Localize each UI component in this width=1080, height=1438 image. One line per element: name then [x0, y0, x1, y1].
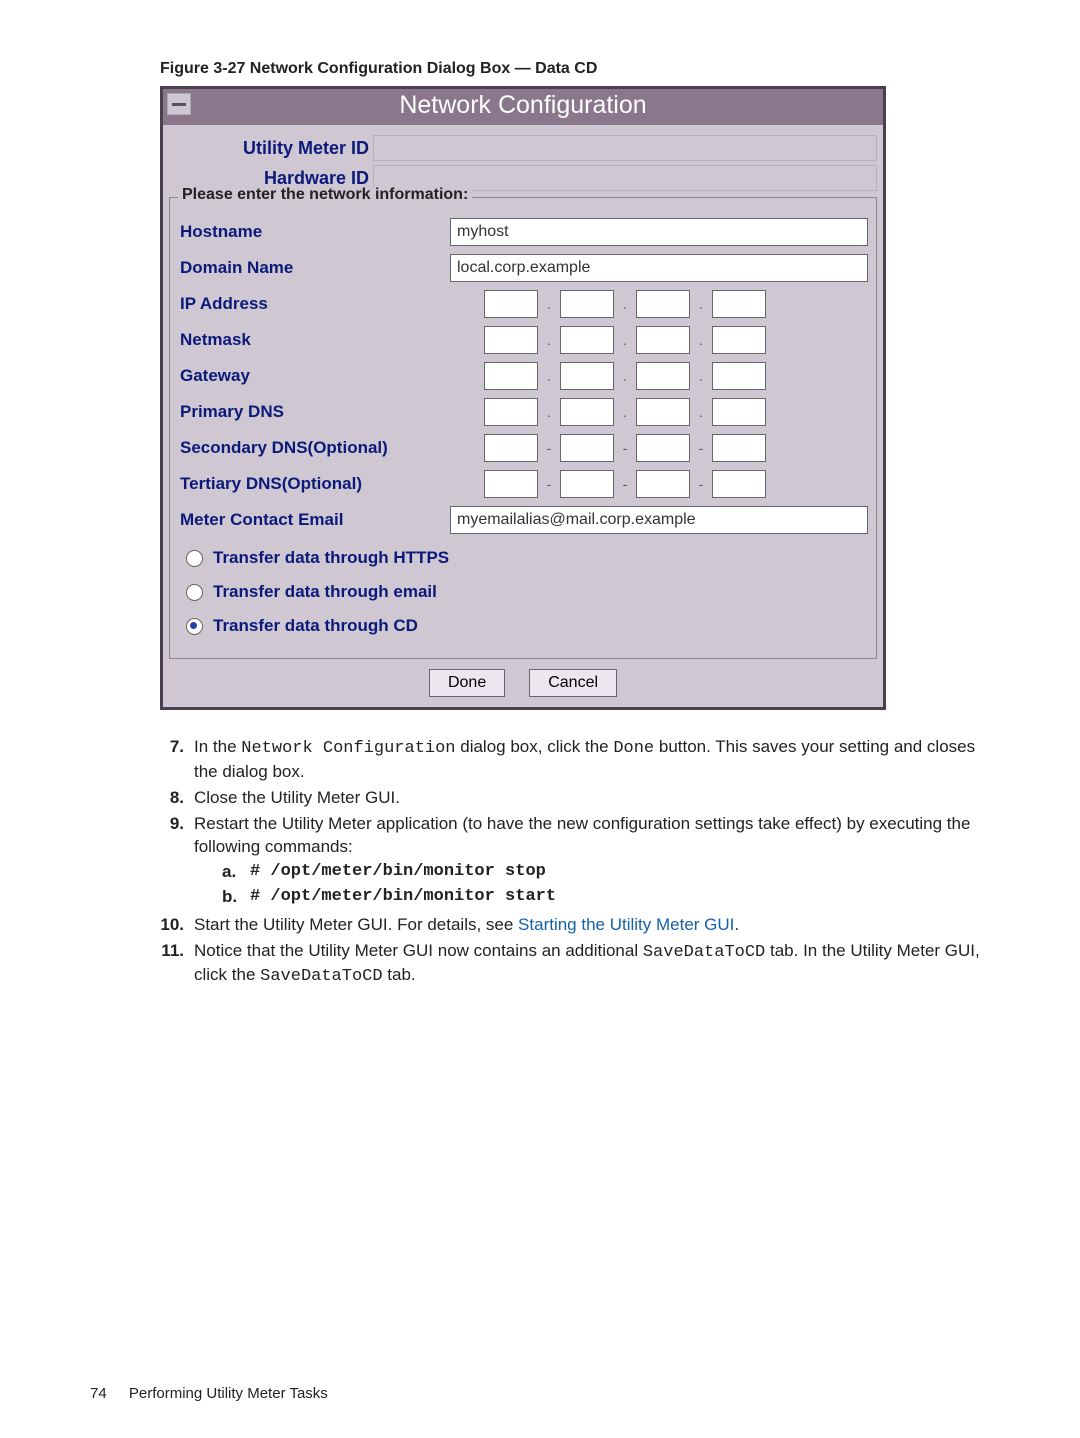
command-a: # /opt/meter/bin/monitor stop — [250, 861, 546, 884]
page-footer: 74 Performing Utility Meter Tasks — [90, 1385, 328, 1402]
dialog-titlebar: Network Configuration — [163, 89, 883, 125]
radio-icon — [186, 584, 203, 601]
email-input[interactable] — [450, 506, 868, 534]
step-number: 8. — [150, 787, 194, 810]
pdns-octet-2[interactable] — [560, 398, 614, 426]
step-10-text: Start the Utility Meter GUI. For details… — [194, 914, 990, 937]
step-7-text: In the Network Configuration dialog box,… — [194, 736, 990, 784]
starting-gui-link[interactable]: Starting the Utility Meter GUI — [518, 915, 734, 934]
sdns-octet-4[interactable] — [712, 434, 766, 462]
ip-octet-3[interactable] — [636, 290, 690, 318]
network-config-dialog: Network Configuration Utility Meter ID H… — [160, 86, 886, 710]
ip-label: IP Address — [178, 294, 450, 314]
secondary-dns-input-group: - - - — [480, 434, 770, 462]
domain-input[interactable] — [450, 254, 868, 282]
ip-octet-2[interactable] — [560, 290, 614, 318]
system-menu-icon[interactable] — [167, 93, 191, 115]
step-number: 11. — [150, 940, 194, 990]
radio-icon — [186, 550, 203, 567]
netmask-octet-1[interactable] — [484, 326, 538, 354]
fieldset-legend: Please enter the network information: — [178, 186, 472, 204]
tdns-octet-4[interactable] — [712, 470, 766, 498]
gateway-octet-4[interactable] — [712, 362, 766, 390]
substep-letter: a. — [222, 861, 250, 884]
gateway-octet-2[interactable] — [560, 362, 614, 390]
tertiary-dns-label: Tertiary DNS(Optional) — [178, 474, 450, 494]
netmask-octet-4[interactable] — [712, 326, 766, 354]
hostname-label: Hostname — [178, 222, 450, 242]
domain-label: Domain Name — [178, 258, 450, 278]
radio-email-label: Transfer data through email — [213, 582, 437, 602]
step-number: 9. — [150, 813, 194, 911]
tdns-octet-2[interactable] — [560, 470, 614, 498]
radio-https[interactable]: Transfer data through HTTPS — [186, 548, 868, 568]
ip-octet-4[interactable] — [712, 290, 766, 318]
radio-cd[interactable]: Transfer data through CD — [186, 616, 868, 636]
netmask-input-group: . . . — [480, 326, 770, 354]
step-number: 7. — [150, 736, 194, 784]
step-8-text: Close the Utility Meter GUI. — [194, 787, 990, 810]
step-11-text: Notice that the Utility Meter GUI now co… — [194, 940, 990, 990]
gateway-label: Gateway — [178, 366, 450, 386]
network-info-fieldset: Please enter the network information: Ho… — [169, 197, 877, 659]
ip-input-group: . . . — [480, 290, 770, 318]
hostname-input[interactable] — [450, 218, 868, 246]
gateway-octet-1[interactable] — [484, 362, 538, 390]
email-label: Meter Contact Email — [178, 510, 450, 530]
pdns-octet-1[interactable] — [484, 398, 538, 426]
sdns-octet-3[interactable] — [636, 434, 690, 462]
gateway-octet-3[interactable] — [636, 362, 690, 390]
radio-icon — [186, 618, 203, 635]
netmask-octet-2[interactable] — [560, 326, 614, 354]
radio-cd-label: Transfer data through CD — [213, 616, 418, 636]
dialog-title: Network Configuration — [399, 91, 646, 119]
step-number: 10. — [150, 914, 194, 937]
dialog-body: Utility Meter ID Hardware ID Please ente… — [163, 125, 883, 707]
utility-meter-id-field — [373, 135, 877, 161]
figure-caption: Figure 3-27 Network Configuration Dialog… — [90, 60, 990, 78]
netmask-octet-3[interactable] — [636, 326, 690, 354]
sdns-octet-1[interactable] — [484, 434, 538, 462]
utility-meter-id-label: Utility Meter ID — [169, 138, 373, 159]
tdns-octet-1[interactable] — [484, 470, 538, 498]
cancel-button[interactable]: Cancel — [529, 669, 617, 697]
tdns-octet-3[interactable] — [636, 470, 690, 498]
tertiary-dns-input-group: - - - — [480, 470, 770, 498]
done-button[interactable]: Done — [429, 669, 505, 697]
sdns-octet-2[interactable] — [560, 434, 614, 462]
instruction-list: 7. In the Network Configuration dialog b… — [90, 736, 990, 989]
radio-email[interactable]: Transfer data through email — [186, 582, 868, 602]
page-number: 74 — [90, 1385, 107, 1402]
ip-octet-1[interactable] — [484, 290, 538, 318]
radio-https-label: Transfer data through HTTPS — [213, 548, 449, 568]
gateway-input-group: . . . — [480, 362, 770, 390]
command-b: # /opt/meter/bin/monitor start — [250, 886, 556, 909]
pdns-octet-3[interactable] — [636, 398, 690, 426]
substep-letter: b. — [222, 886, 250, 909]
secondary-dns-label: Secondary DNS(Optional) — [178, 438, 450, 458]
pdns-octet-4[interactable] — [712, 398, 766, 426]
step-9-text: Restart the Utility Meter application (t… — [194, 813, 990, 911]
primary-dns-input-group: . . . — [480, 398, 770, 426]
footer-title: Performing Utility Meter Tasks — [129, 1385, 328, 1402]
netmask-label: Netmask — [178, 330, 450, 350]
primary-dns-label: Primary DNS — [178, 402, 450, 422]
